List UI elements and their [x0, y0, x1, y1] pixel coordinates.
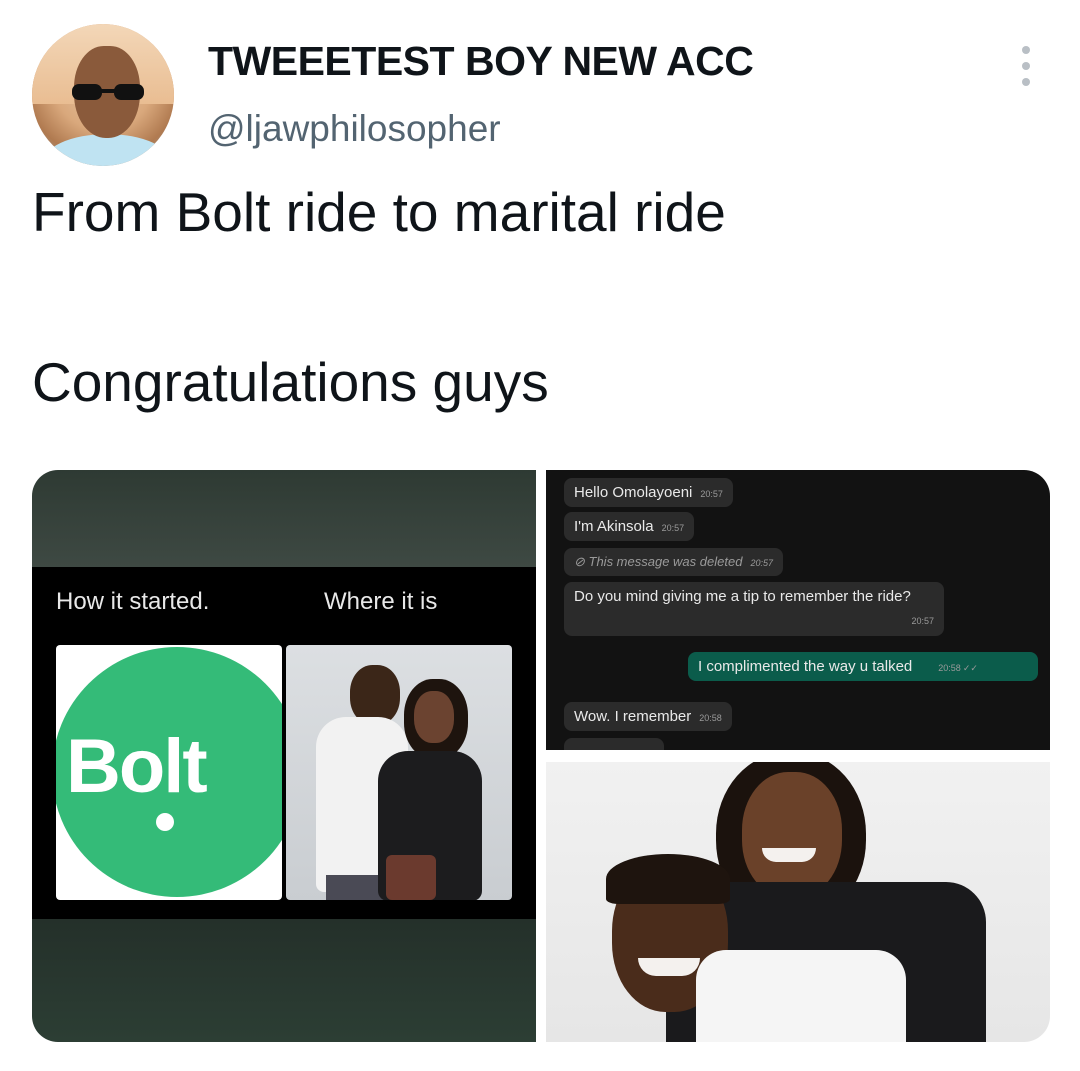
author-display-name[interactable]: TWEEETEST BOY NEW ACC [208, 38, 754, 85]
chat-message-text: Do you mind giving me a tip to remember … [574, 588, 911, 605]
bolt-logo-text: Bolt [66, 724, 208, 809]
avatar[interactable] [32, 24, 174, 166]
chat-message-text: I'm Akinsola [574, 518, 654, 535]
chat-message-text: Hello Omolayoeni [574, 484, 693, 501]
woman-skirt-print [386, 855, 436, 900]
double-check-icon: ✓✓ [962, 663, 978, 673]
chat-message-time: 20:57 [911, 616, 934, 626]
chat-message-text: I complimented the way u talked [698, 658, 913, 675]
blocked-icon: ⊘ [574, 554, 589, 569]
meme-left-label: How it started. [56, 588, 210, 615]
chat-message: Hello Omolayoeni 20:57 [564, 478, 733, 507]
couple-photo [286, 645, 512, 900]
media-grid: How it started. Where it is Bolt Hello O… [32, 470, 1050, 1042]
man-shirt [696, 950, 906, 1042]
media-image-couple[interactable] [546, 762, 1050, 1042]
chat-message-time: 20:57 [661, 523, 685, 533]
woman-face [742, 772, 842, 898]
chat-message-time: 20:57 [750, 558, 773, 568]
bolt-logo-dot [156, 813, 174, 831]
tweet-text-line: Congratulations guys [32, 351, 549, 413]
chat-message-time: 20:58 [699, 713, 722, 723]
chat-message: Do you mind giving me a tip to remember … [564, 582, 944, 636]
sunglasses-icon [72, 84, 144, 100]
more-vertical-icon-dot [1022, 78, 1030, 86]
chat-message-time: 20:58 [938, 663, 961, 673]
more-vertical-icon-dot [1022, 62, 1030, 70]
chat-message-deleted: ⊘ This message was deleted 20:57 [564, 548, 783, 576]
chat-message-text: This message was deleted [588, 554, 743, 569]
man-smile [638, 958, 700, 976]
chat-message-partial [564, 738, 664, 750]
more-vertical-icon [1022, 46, 1030, 54]
chat-message: Wow. I remember 20:58 [564, 702, 732, 731]
media-image-meme[interactable]: How it started. Where it is Bolt [32, 470, 536, 1042]
chat-message: I'm Akinsola 20:57 [564, 512, 695, 541]
woman-face [414, 691, 454, 743]
author-handle[interactable]: @ljawphilosopher [208, 108, 501, 150]
avatar-shirt [42, 134, 172, 166]
man-head [350, 665, 400, 725]
more-options-button[interactable] [1016, 46, 1036, 86]
chat-message-text: Wow. I remember [574, 708, 692, 725]
man-hair [606, 854, 730, 904]
bolt-logo-card: Bolt [56, 645, 282, 900]
chat-message-time: 20:57 [700, 489, 723, 499]
media-image-chat[interactable]: Hello Omolayoeni 20:57 I'm Akinsola 20:57 … [546, 470, 1050, 750]
meme-right-label: Where it is [324, 588, 438, 615]
chat-message-sent: I complimented the way u talked 20:58 ✓✓ [688, 652, 1038, 681]
tweet-text-line: From Bolt ride to marital ride [32, 181, 726, 243]
woman-smile [762, 848, 816, 862]
